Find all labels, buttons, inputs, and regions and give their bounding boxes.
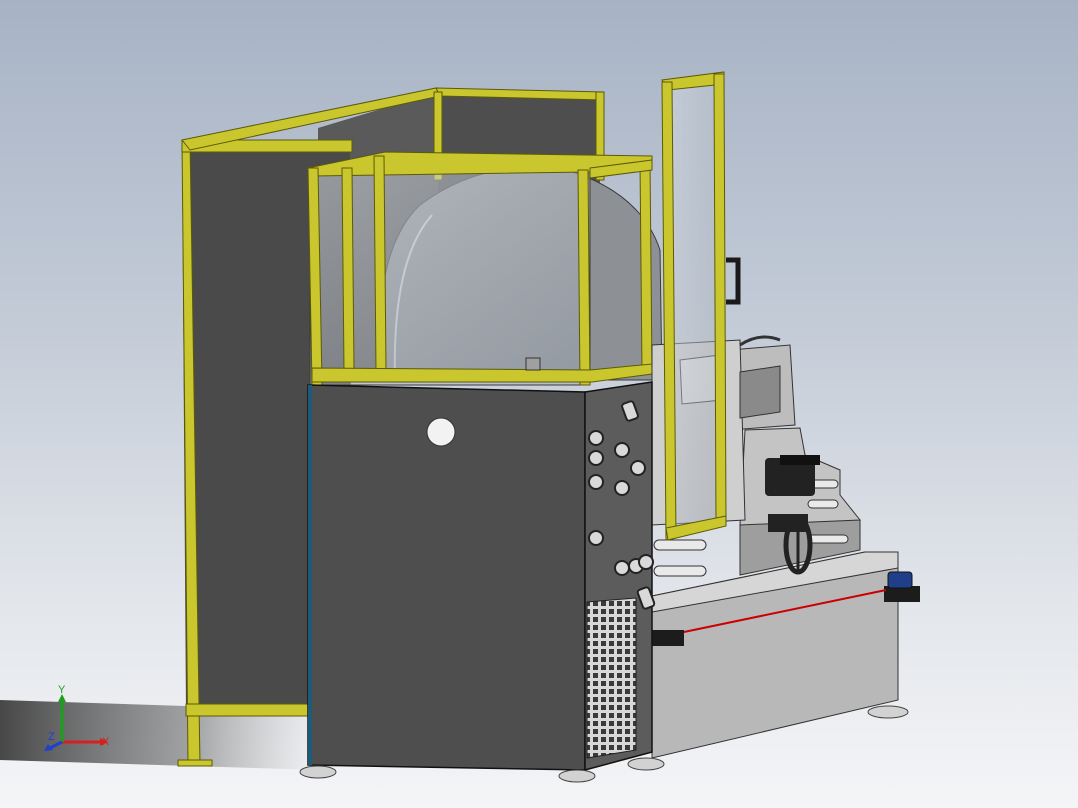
- machine-model[interactable]: [0, 0, 1078, 808]
- y-axis-label: Y: [58, 684, 66, 696]
- reference-triad: X Y Z: [38, 684, 118, 754]
- handwheel-upper[interactable]: [765, 455, 820, 496]
- z-axis-label: Z: [48, 731, 55, 743]
- 3d-graphics-viewport[interactable]: X Y Z: [0, 0, 1078, 808]
- x-axis-label: X: [102, 736, 110, 748]
- front-guard-door[interactable]: [661, 71, 727, 541]
- door-handle[interactable]: [726, 257, 741, 305]
